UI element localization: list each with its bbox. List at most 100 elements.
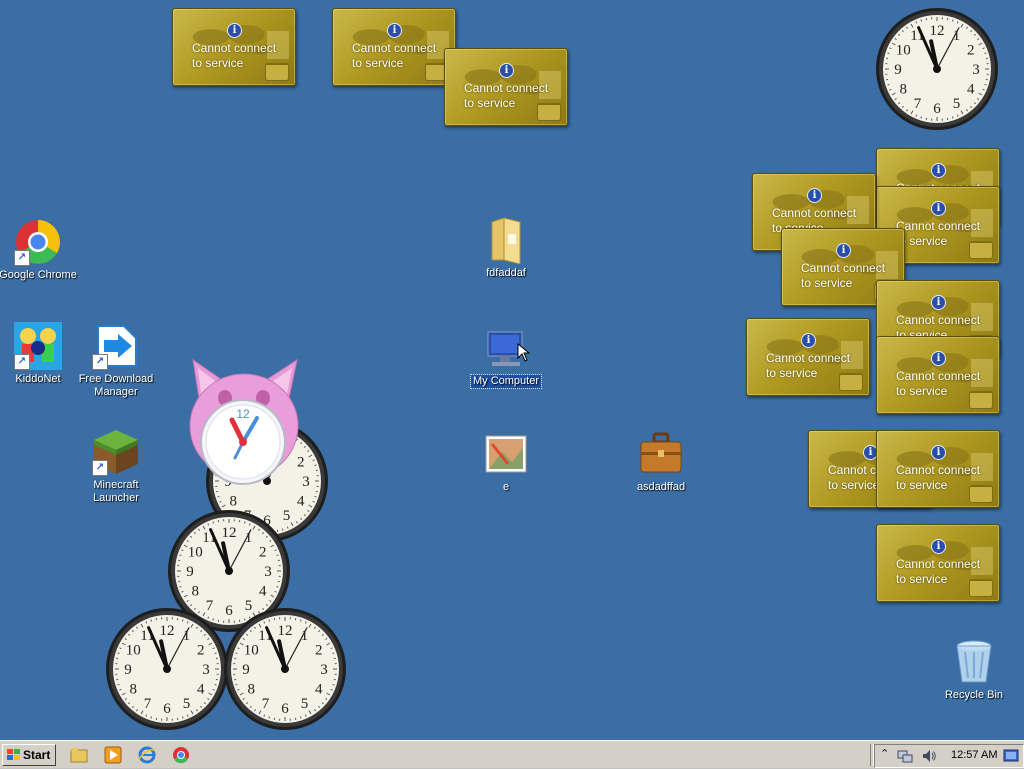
clock-gadget[interactable]: 123456789101112 bbox=[874, 6, 1000, 132]
kiddonet-shortcut[interactable]: ↗ KiddoNet bbox=[0, 322, 80, 386]
clock-gadget[interactable]: 123456789101112 bbox=[222, 606, 348, 732]
svg-text:4: 4 bbox=[315, 682, 323, 698]
svg-text:10: 10 bbox=[126, 643, 141, 659]
recycle-bin-icon bbox=[950, 638, 998, 686]
taskbar-clock[interactable]: 12:57 AM bbox=[951, 749, 997, 761]
svg-text:3: 3 bbox=[972, 62, 980, 78]
info-icon: i bbox=[801, 333, 816, 348]
shortcut-arrow-icon: ↗ bbox=[14, 354, 30, 370]
chrome-quicklaunch-icon[interactable] bbox=[172, 746, 190, 764]
cat-clock-gadget[interactable]: 12 bbox=[185, 358, 303, 486]
svg-text:3: 3 bbox=[202, 662, 210, 678]
image-thumbnail-icon bbox=[482, 430, 530, 478]
chrome-icon: ↗ bbox=[14, 218, 62, 266]
svg-text:3: 3 bbox=[320, 662, 328, 678]
svg-text:2: 2 bbox=[967, 43, 975, 59]
svg-text:5: 5 bbox=[301, 696, 309, 712]
svg-text:8: 8 bbox=[247, 682, 255, 698]
media-player-quicklaunch-icon[interactable] bbox=[104, 746, 122, 764]
svg-text:9: 9 bbox=[186, 564, 194, 580]
gadget-message: Cannot connectto service bbox=[766, 351, 866, 381]
start-button[interactable]: Start bbox=[2, 744, 56, 766]
info-icon: i bbox=[807, 188, 822, 203]
info-icon: i bbox=[931, 163, 946, 178]
svg-text:2: 2 bbox=[259, 545, 267, 561]
svg-text:3: 3 bbox=[302, 474, 310, 490]
svg-text:9: 9 bbox=[894, 62, 902, 78]
kiddonet-icon: ↗ bbox=[14, 322, 62, 370]
svg-text:7: 7 bbox=[144, 696, 152, 712]
svg-text:2: 2 bbox=[315, 643, 323, 659]
shortcut-arrow-icon: ↗ bbox=[92, 354, 108, 370]
cannot-connect-gadget[interactable]: i Cannot connectto service bbox=[172, 8, 296, 86]
gadget-message: Cannot connectto service bbox=[896, 557, 996, 587]
my-computer-icon-item[interactable]: My Computer bbox=[464, 324, 548, 388]
svg-text:12: 12 bbox=[930, 23, 945, 39]
info-icon: i bbox=[387, 23, 402, 38]
minecraft-icon: ↗ bbox=[92, 428, 140, 476]
info-icon: i bbox=[227, 23, 242, 38]
svg-text:6: 6 bbox=[163, 701, 171, 717]
svg-text:2: 2 bbox=[197, 643, 205, 659]
svg-text:5: 5 bbox=[953, 96, 961, 112]
svg-text:8: 8 bbox=[191, 584, 199, 600]
svg-text:12: 12 bbox=[222, 525, 237, 541]
minecraft-launcher-shortcut[interactable]: ↗ Minecraft Launcher bbox=[74, 428, 158, 505]
gadget-message: Cannot connectto service bbox=[896, 219, 996, 249]
system-tray: ⌃ 12:57 AM bbox=[874, 744, 1024, 768]
desktop: i Cannot connectto service i Cannot conn… bbox=[0, 0, 1024, 740]
info-icon: i bbox=[931, 539, 946, 554]
network-icon[interactable] bbox=[897, 748, 913, 764]
svg-text:10: 10 bbox=[244, 643, 259, 659]
image-file-e[interactable]: e bbox=[464, 430, 548, 494]
shortcut-arrow-icon: ↗ bbox=[14, 250, 30, 266]
svg-text:5: 5 bbox=[183, 696, 191, 712]
svg-text:9: 9 bbox=[242, 662, 250, 678]
svg-text:4: 4 bbox=[197, 682, 205, 698]
svg-text:9: 9 bbox=[124, 662, 132, 678]
info-icon: i bbox=[499, 63, 514, 78]
computer-icon bbox=[482, 324, 530, 372]
taskbar: Start ⌃ 12:57 AM bbox=[0, 740, 1024, 769]
briefcase-asdadffad[interactable]: asdadffad bbox=[619, 430, 703, 494]
svg-text:12: 12 bbox=[236, 407, 250, 421]
info-icon: i bbox=[836, 243, 851, 258]
clock-gadget[interactable]: 123456789101112 bbox=[104, 606, 230, 732]
gadget-message: Cannot connectto service bbox=[192, 41, 292, 71]
info-icon: i bbox=[931, 445, 946, 460]
svg-text:3: 3 bbox=[264, 564, 272, 580]
svg-text:4: 4 bbox=[297, 494, 305, 510]
recycle-bin[interactable]: Recycle Bin bbox=[932, 638, 1016, 702]
windows-logo-icon bbox=[7, 749, 20, 761]
cannot-connect-gadget[interactable]: i Cannot connectto service bbox=[746, 318, 870, 396]
info-icon: i bbox=[931, 295, 946, 310]
show-desktop-icon[interactable] bbox=[1003, 748, 1019, 764]
show-hidden-icons-chevron-icon[interactable]: ⌃ bbox=[880, 747, 889, 760]
shortcut-arrow-icon: ↗ bbox=[92, 460, 108, 476]
svg-text:6: 6 bbox=[281, 701, 289, 717]
folder-fdfaddaf[interactable]: fdfaddaf bbox=[464, 216, 548, 280]
svg-text:6: 6 bbox=[933, 101, 941, 117]
google-chrome-shortcut[interactable]: ↗ Google Chrome bbox=[0, 218, 80, 282]
volume-icon[interactable] bbox=[921, 748, 937, 764]
internet-explorer-quicklaunch-icon[interactable] bbox=[138, 746, 156, 764]
cannot-connect-gadget[interactable]: i Cannot connectto service bbox=[876, 430, 1000, 508]
svg-text:8: 8 bbox=[129, 682, 137, 698]
info-icon: i bbox=[931, 201, 946, 216]
free-download-manager-shortcut[interactable]: ↗ Free Download Manager bbox=[74, 322, 158, 399]
gadget-message: Cannot connectto service bbox=[352, 41, 452, 71]
gadget-message: Cannot connectto service bbox=[464, 81, 564, 111]
svg-text:4: 4 bbox=[259, 584, 267, 600]
cannot-connect-gadget[interactable]: i Cannot connectto service bbox=[444, 48, 568, 126]
svg-text:7: 7 bbox=[262, 696, 270, 712]
cannot-connect-gadget[interactable]: i Cannot connectto service bbox=[876, 524, 1000, 602]
gadget-message: Cannot connectto service bbox=[896, 369, 996, 399]
explorer-quicklaunch-icon[interactable] bbox=[70, 746, 88, 764]
svg-text:12: 12 bbox=[278, 623, 293, 639]
cannot-connect-gadget[interactable]: i Cannot connectto service bbox=[876, 336, 1000, 414]
folder-icon bbox=[482, 216, 530, 264]
svg-text:4: 4 bbox=[967, 82, 975, 98]
svg-text:7: 7 bbox=[914, 96, 922, 112]
cannot-connect-gadget[interactable]: i Cannot connectto service bbox=[332, 8, 456, 86]
briefcase-icon bbox=[637, 430, 685, 478]
